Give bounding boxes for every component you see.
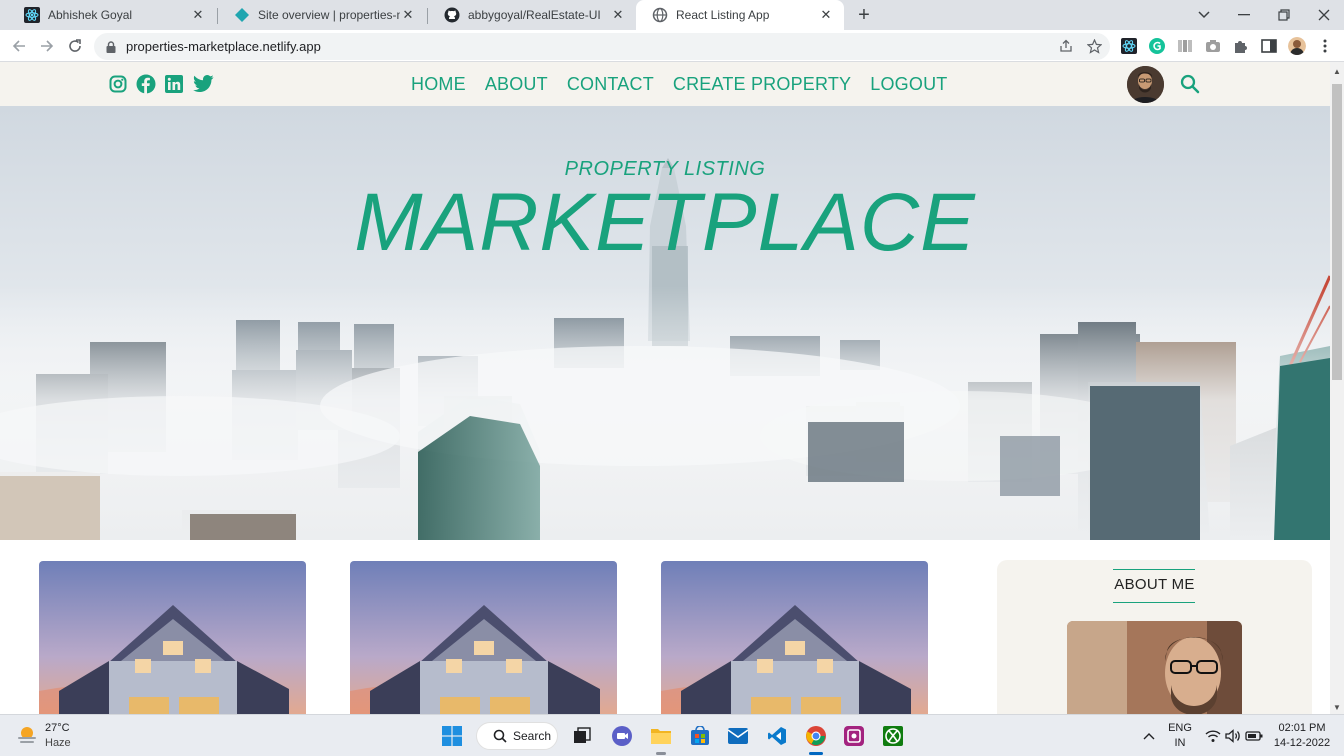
reader-extension-icon[interactable] [1176, 37, 1194, 55]
weather-temperature[interactable]: 27°C [45, 722, 70, 734]
address-bar[interactable]: properties-marketplace.netlify.app [94, 33, 1110, 60]
vscode-icon[interactable] [766, 725, 788, 747]
main-nav: HOME ABOUT CONTACT CREATE PROPERTY LOGOU… [411, 74, 947, 95]
running-indicator [656, 752, 666, 755]
side-panel-icon[interactable] [1260, 37, 1278, 55]
show-hidden-icons-chevron[interactable] [1138, 725, 1160, 747]
chrome-icon[interactable] [805, 725, 827, 747]
nav-link-create-property[interactable]: CREATE PROPERTY [673, 74, 851, 95]
tab-title: abbygoyal/RealEstate-UI [468, 8, 601, 22]
property-card[interactable] [350, 561, 617, 714]
share-icon[interactable] [1056, 36, 1076, 56]
camera-icon[interactable] [1204, 37, 1222, 55]
extensions-puzzle-icon[interactable] [1232, 37, 1250, 55]
github-icon [444, 7, 460, 23]
author-photo [1067, 621, 1242, 714]
globe-icon [652, 7, 668, 23]
title-divider [1113, 569, 1195, 570]
scrollbar-thumb[interactable] [1332, 84, 1342, 380]
hero-banner: PROPERTY LISTING MARKETPLACE [0, 106, 1330, 540]
wifi-icon[interactable] [1202, 725, 1224, 747]
about-me-sidebar: ABOUT ME [997, 560, 1312, 714]
property-card[interactable] [661, 561, 928, 714]
scroll-down-icon[interactable]: ▼ [1330, 700, 1344, 714]
volume-icon[interactable] [1222, 725, 1244, 747]
url-text: properties-marketplace.netlify.app [126, 39, 321, 54]
react-icon [24, 7, 40, 23]
tab-title: React Listing App [676, 8, 770, 22]
restore-button[interactable] [1264, 0, 1304, 30]
new-tab-button[interactable]: + [852, 3, 876, 27]
netlify-icon [234, 7, 250, 23]
microsoft-store-icon[interactable] [689, 725, 711, 747]
mail-icon[interactable] [727, 725, 749, 747]
close-tab-icon[interactable]: ✕ [400, 7, 416, 23]
user-avatar[interactable] [1127, 66, 1164, 103]
grammarly-icon[interactable] [1148, 37, 1166, 55]
browser-tab[interactable]: abbygoyal/RealEstate-UI ✕ [428, 0, 636, 30]
browser-tab[interactable]: Abhishek Goyal ✕ [8, 0, 216, 30]
windows-start-icon[interactable] [441, 725, 463, 747]
battery-icon[interactable] [1243, 725, 1265, 747]
task-view-icon[interactable] [571, 725, 593, 747]
browser-tab-strip: Abhishek Goyal ✕ Site overview | propert… [0, 0, 1344, 30]
page-viewport: HOME ABOUT CONTACT CREATE PROPERTY LOGOU… [0, 62, 1330, 714]
windows-taskbar: 27°C Haze Search ENG IN 02:01 PM 14-12-2… [0, 714, 1344, 756]
reload-button[interactable] [63, 34, 87, 58]
instagram-icon[interactable] [108, 74, 128, 94]
teams-chat-icon[interactable] [611, 725, 633, 747]
chrome-menu-icon[interactable] [1316, 37, 1334, 55]
facebook-icon[interactable] [136, 74, 156, 94]
title-divider [1113, 602, 1195, 603]
clock-date[interactable]: 14-12-2022 [1272, 737, 1332, 749]
profile-avatar-icon[interactable] [1288, 37, 1306, 55]
lock-icon[interactable] [106, 40, 116, 53]
search-icon[interactable] [1180, 74, 1200, 94]
nav-link-home[interactable]: HOME [411, 74, 466, 95]
back-button[interactable] [7, 34, 31, 58]
scroll-up-icon[interactable]: ▲ [1330, 64, 1344, 78]
search-icon [493, 729, 507, 743]
close-tab-icon[interactable]: ✕ [818, 7, 834, 23]
twitter-icon[interactable] [192, 74, 214, 94]
close-window-button[interactable] [1304, 0, 1344, 30]
notion-style-app-icon[interactable] [843, 725, 865, 747]
nav-link-about[interactable]: ABOUT [485, 74, 548, 95]
linkedin-icon[interactable] [164, 74, 184, 94]
forward-button[interactable] [35, 34, 59, 58]
sidebar-title: ABOUT ME [1114, 576, 1195, 593]
property-house-image [39, 561, 306, 714]
weather-description[interactable]: Haze [45, 737, 71, 749]
clock-time[interactable]: 02:01 PM [1274, 722, 1330, 734]
taskbar-search-box[interactable]: Search [476, 722, 558, 750]
browser-toolbar: properties-marketplace.netlify.app [0, 30, 1344, 62]
minimize-button[interactable] [1224, 0, 1264, 30]
site-top-nav: HOME ABOUT CONTACT CREATE PROPERTY LOGOU… [0, 62, 1330, 106]
close-tab-icon[interactable]: ✕ [190, 7, 206, 23]
nav-link-contact[interactable]: CONTACT [567, 74, 654, 95]
hero-title: MARKETPLACE [354, 177, 976, 268]
close-tab-icon[interactable]: ✕ [610, 7, 626, 23]
file-explorer-icon[interactable] [650, 725, 672, 747]
tab-search-icon[interactable] [1184, 0, 1224, 30]
property-house-image [350, 561, 617, 714]
active-app-indicator [809, 752, 823, 755]
react-devtools-icon[interactable] [1120, 37, 1138, 55]
tab-title: Site overview | properties-marketplace [258, 8, 400, 22]
language-indicator[interactable]: ENG [1166, 722, 1194, 734]
taskbar-search-label: Search [513, 729, 552, 743]
language-region[interactable]: IN [1166, 737, 1194, 749]
weather-haze-icon[interactable] [16, 724, 38, 746]
xbox-icon[interactable] [882, 725, 904, 747]
bookmark-star-icon[interactable] [1084, 36, 1104, 56]
nav-link-logout[interactable]: LOGOUT [870, 74, 947, 95]
tab-title: Abhishek Goyal [48, 8, 133, 22]
browser-tab-active[interactable]: React Listing App ✕ [636, 0, 844, 30]
property-house-image [661, 561, 928, 714]
browser-tab[interactable]: Site overview | properties-marketplace ✕ [218, 0, 426, 30]
property-card[interactable] [39, 561, 306, 714]
